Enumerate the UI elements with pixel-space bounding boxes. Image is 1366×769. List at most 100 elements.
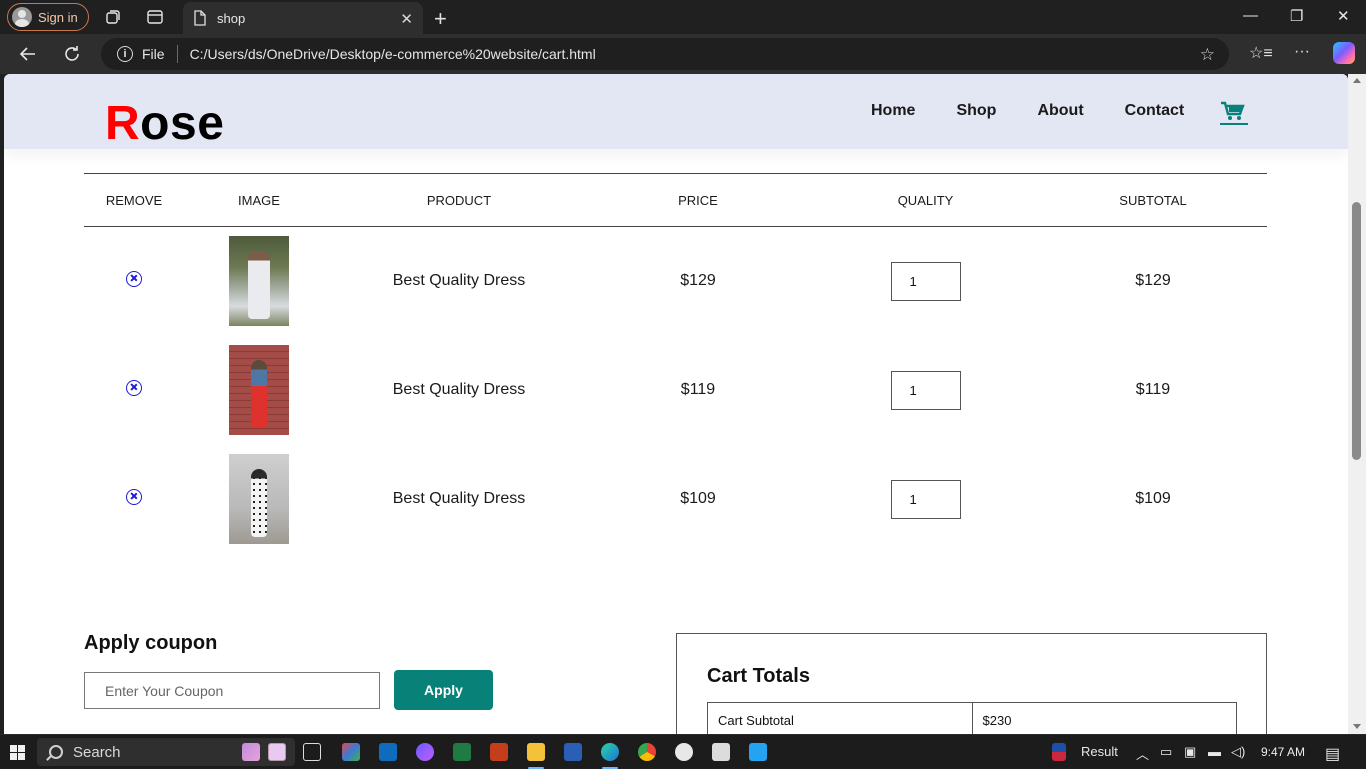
search-icon: [49, 745, 63, 759]
store-icon[interactable]: [342, 743, 360, 761]
qty-cell: [812, 445, 1039, 554]
signin-label: Sign in: [38, 9, 78, 25]
table-row: Best Quality Dress $119 $119: [84, 336, 1267, 445]
clipchamp-icon[interactable]: [416, 743, 434, 761]
page-viewport: Rose Home Shop About Contact REMOVE IMAG…: [4, 74, 1348, 734]
product-subtotal: $109: [1135, 490, 1171, 507]
header-product: PRODUCT: [334, 173, 584, 227]
more-menu-icon[interactable]: ···: [1294, 43, 1310, 61]
nav-about[interactable]: About: [1037, 102, 1083, 120]
back-icon[interactable]: [17, 43, 39, 65]
taskbar-search-label: Search: [73, 743, 121, 761]
copilot-icon[interactable]: [1333, 42, 1355, 64]
header-price: PRICE: [584, 173, 812, 227]
cart-totals-section: Cart Totals Cart Subtotal $230: [676, 633, 1267, 734]
cart-table-header: REMOVE IMAGE PRODUCT PRICE QUALITY SUBTO…: [84, 173, 1267, 227]
favorite-star-icon[interactable]: ☆: [1200, 45, 1215, 65]
nav-shop[interactable]: Shop: [956, 102, 996, 120]
nav-contact[interactable]: Contact: [1125, 102, 1185, 120]
chrome-icon[interactable]: [638, 743, 656, 761]
image-cell: [184, 336, 334, 445]
nav-home[interactable]: Home: [871, 102, 915, 120]
volume-icon[interactable]: ◁): [1231, 744, 1245, 760]
product-price: $109: [680, 490, 716, 507]
tab-actions-icon[interactable]: [146, 8, 164, 26]
address-bar[interactable]: i File C:/Users/ds/OneDrive/Desktop/e-co…: [101, 38, 1229, 70]
address-url[interactable]: C:/Users/ds/OneDrive/Desktop/e-commerce%…: [190, 46, 596, 62]
main-nav: Home Shop About Contact: [871, 102, 1225, 120]
restore-icon[interactable]: ❐: [1290, 7, 1303, 25]
remove-item-icon[interactable]: [126, 379, 142, 396]
quantity-input[interactable]: [890, 370, 961, 410]
file-explorer-icon[interactable]: [527, 743, 545, 761]
tab-shop[interactable]: shop ✕: [183, 2, 423, 34]
nba-icon[interactable]: [1052, 743, 1066, 761]
media-icon[interactable]: [268, 743, 286, 761]
scroll-up-icon[interactable]: [1353, 78, 1361, 83]
scroll-down-icon[interactable]: [1353, 724, 1361, 729]
minimize-icon[interactable]: —: [1243, 7, 1258, 24]
calculator-icon[interactable]: [712, 743, 730, 761]
edge-icon[interactable]: [601, 743, 619, 761]
word-icon[interactable]: [564, 743, 582, 761]
notifications-icon[interactable]: ▤: [1325, 744, 1340, 764]
remove-cell: [84, 445, 184, 554]
logo-first-letter: R: [105, 97, 141, 150]
product-image: [229, 454, 289, 544]
new-tab-icon[interactable]: +: [434, 6, 447, 32]
product-subtotal: $129: [1135, 272, 1171, 290]
battery-icon[interactable]: ▬: [1208, 744, 1221, 759]
cart-table: REMOVE IMAGE PRODUCT PRICE QUALITY SUBTO…: [84, 173, 1267, 554]
qty-cell: [812, 227, 1039, 336]
tab-close-icon[interactable]: ✕: [400, 10, 413, 28]
show-hidden-icons-icon[interactable]: ︿: [1136, 744, 1149, 763]
outlook-icon[interactable]: [379, 743, 397, 761]
page-icon: [194, 10, 206, 26]
powerpoint-icon[interactable]: [490, 743, 508, 761]
whatsapp-icon[interactable]: [675, 743, 693, 761]
refresh-icon[interactable]: [61, 43, 83, 65]
tab-title: shop: [217, 10, 246, 26]
display-icon[interactable]: ▣: [1184, 744, 1196, 760]
subtotal-label: Cart Subtotal: [707, 702, 973, 734]
excel-icon[interactable]: [453, 743, 471, 761]
workspaces-icon[interactable]: [104, 8, 122, 26]
header-image: IMAGE: [184, 173, 334, 227]
site-logo[interactable]: Rose: [105, 96, 224, 151]
quantity-input[interactable]: [890, 261, 961, 301]
taskbar-clock[interactable]: 9:47 AM: [1261, 745, 1305, 759]
subtotal-value: $230: [971, 702, 1237, 734]
page-scrollbar[interactable]: [1348, 74, 1366, 734]
site-info-icon[interactable]: i: [117, 46, 133, 62]
coupon-input[interactable]: [84, 672, 380, 709]
favorites-icon[interactable]: ☆≡: [1249, 43, 1273, 63]
widget-icon[interactable]: [242, 743, 260, 761]
coupon-section: Apply coupon Apply: [84, 632, 493, 710]
nav-cart-link[interactable]: [1220, 101, 1248, 125]
vscode-icon[interactable]: [749, 743, 767, 761]
header-subtotal: SUBTOTAL: [1039, 173, 1267, 227]
product-name: Best Quality Dress: [392, 490, 526, 507]
remove-item-icon[interactable]: [126, 488, 142, 505]
totals-table: Cart Subtotal $230: [707, 702, 1237, 734]
product-price: $129: [680, 272, 716, 290]
scroll-thumb[interactable]: [1352, 202, 1361, 460]
apply-coupon-button[interactable]: Apply: [394, 670, 493, 710]
quantity-input[interactable]: [890, 479, 961, 519]
table-row: Cart Subtotal $230: [707, 702, 1237, 734]
meet-icon[interactable]: ▭: [1160, 744, 1172, 760]
remove-cell: [84, 336, 184, 445]
qty-cell: [812, 336, 1039, 445]
image-cell: [184, 445, 334, 554]
address-divider: [176, 45, 178, 63]
cart-totals-title: Cart Totals: [707, 665, 810, 687]
profile-signin-button[interactable]: Sign in: [7, 3, 89, 31]
task-view-icon[interactable]: [303, 743, 321, 761]
weather-label[interactable]: Result: [1081, 744, 1118, 759]
close-window-icon[interactable]: ✕: [1337, 7, 1350, 25]
windows-start-icon[interactable]: [10, 745, 25, 760]
image-cell: [184, 227, 334, 336]
windows-taskbar: Search Result ︿ ▭ ▣ ▬ ◁) 9:47 AM ▤: [0, 734, 1366, 769]
remove-item-icon[interactable]: [126, 270, 142, 287]
address-scheme: File: [142, 46, 165, 62]
